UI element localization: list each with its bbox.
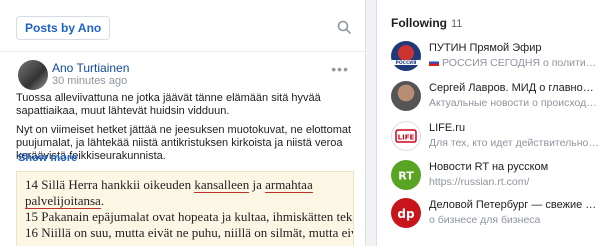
- page-description-text: РОССИЯ СЕГОДНЯ о политическ...: [442, 57, 600, 69]
- verse-15: 15 Pakanain epäjumalat ovat hopeata ja k…: [25, 209, 353, 224]
- page-avatar[interactable]: RT: [391, 160, 421, 190]
- posts-by-filter-button[interactable]: Posts by Ano: [16, 16, 111, 40]
- underlined-word: kansalleen: [194, 177, 250, 193]
- verse-14-line1: 14 Sillä Herra hankkii oikeuden kansalle…: [25, 177, 353, 193]
- avatar-label: RT: [398, 170, 414, 183]
- post-options-icon[interactable]: •••: [331, 62, 349, 76]
- author-avatar[interactable]: [18, 60, 48, 90]
- feed-panel: Posts by Ano Ano Turtiainen 30 minutes a…: [0, 0, 366, 246]
- show-more-link[interactable]: Show more: [18, 152, 77, 164]
- underlined-word: palvelijoitansa: [25, 193, 101, 209]
- page-description: https://russian.rt.com/: [429, 176, 530, 188]
- dp-logo-icon: dp: [397, 207, 415, 221]
- search-icon[interactable]: [337, 20, 351, 34]
- page-avatar[interactable]: dp: [391, 198, 421, 228]
- following-item[interactable]: RT Новости RT на русском https://russian…: [391, 159, 600, 197]
- following-title: Following: [391, 16, 447, 30]
- following-item[interactable]: РОССИЯ ПУТИН Прямой Эфир РОССИЯ СЕГОДНЯ …: [391, 40, 600, 78]
- avatar-label: LIFE: [398, 134, 415, 142]
- page-name-link[interactable]: Сергей Лавров. МИД о главном / Ар...: [429, 82, 600, 94]
- author-name-link[interactable]: Ano Turtiainen: [52, 61, 129, 75]
- feed-header: Posts by Ano: [0, 0, 365, 52]
- following-item[interactable]: Сергей Лавров. МИД о главном / Ар... Акт…: [391, 80, 600, 118]
- verse-text: ja: [249, 177, 266, 192]
- page-avatar[interactable]: LIFE: [391, 121, 421, 151]
- verse-16: 16 Niillä on suu, mutta eivät ne puhu, n…: [25, 225, 353, 240]
- page-name-link[interactable]: LIFE.ru: [429, 122, 600, 134]
- following-item[interactable]: dp Деловой Петербург — свежие новос... о…: [391, 197, 600, 235]
- page-name-link[interactable]: Деловой Петербург — свежие новос...: [429, 199, 600, 211]
- page-name-link[interactable]: ПУТИН Прямой Эфир: [429, 42, 600, 54]
- avatar-label: РОССИЯ: [396, 60, 417, 66]
- scripture-image[interactable]: 14 Sillä Herra hankkii oikeuden kansalle…: [16, 171, 354, 246]
- page-description: о бизнесе для бизнеса: [429, 214, 541, 226]
- following-item[interactable]: LIFE LIFE.ru Для тех, кто идет действите…: [391, 120, 600, 158]
- page-description: Актуальные новости о происходяще...: [429, 97, 600, 109]
- russian-flag-icon: [429, 59, 439, 66]
- page-avatar[interactable]: РОССИЯ: [391, 41, 421, 71]
- underlined-word: armahtaa: [265, 177, 313, 193]
- rt-logo-icon: RT: [398, 170, 414, 183]
- verse-14-line2: palvelijoitansa.: [25, 193, 353, 209]
- avatar-label: dp: [397, 207, 415, 221]
- life-logo-icon: LIFE: [395, 129, 417, 143]
- page-name-link[interactable]: Новости RT на русском: [429, 161, 600, 173]
- verse-text: .: [100, 193, 105, 208]
- rossiya-logo-icon: РОССИЯ: [391, 45, 421, 66]
- page-description: РОССИЯ СЕГОДНЯ о политическ...: [429, 57, 600, 69]
- post-timestamp[interactable]: 30 minutes ago: [52, 75, 127, 87]
- following-heading: Following 11: [391, 16, 462, 30]
- page-avatar[interactable]: [391, 81, 421, 111]
- page-description: Для тех, кто идет действительно осче...: [429, 137, 600, 149]
- following-count: 11: [451, 18, 463, 30]
- verse-text: 14 Sillä Herra hankkii oikeuden: [25, 177, 195, 192]
- post-paragraph: Tuossa alleviivattuna ne jotka jäävät tä…: [16, 92, 321, 117]
- following-panel: Following 11 РОССИЯ ПУТИН Прямой Эфир РОС…: [376, 0, 600, 246]
